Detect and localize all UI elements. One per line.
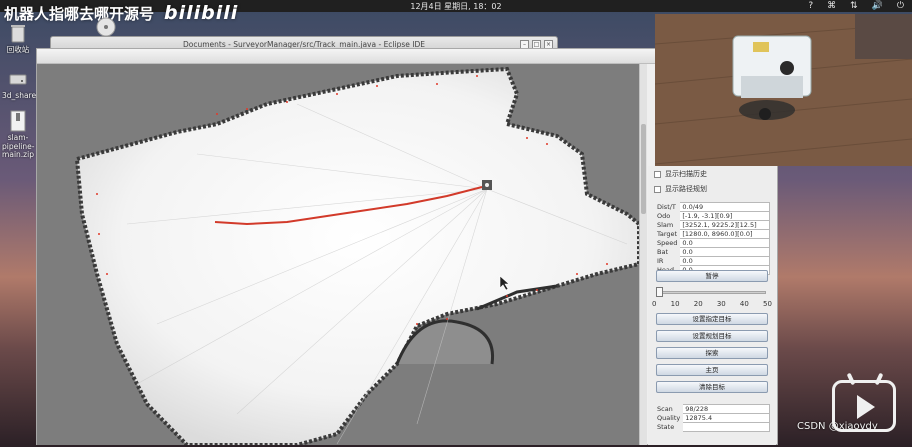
table-row: Speed 0.0	[653, 238, 770, 248]
table-row: Target [1280.0, 8960.0][0.0]	[653, 229, 770, 239]
control-panel: 显示扫描历史 显示路径规划 Dist/T 0.0/49 Odo [-1.9, -3.…	[648, 166, 776, 445]
table-row: Odo [-1.9, -3.1][0.9]	[653, 211, 770, 221]
bilibili-logo: bilibili	[164, 2, 239, 24]
camera-feed	[655, 14, 912, 166]
desktop-icon-label: slam-pipeline-main.zip	[2, 133, 35, 160]
slider-ticks: 0 10 20 30 40 50	[652, 300, 772, 308]
checkbox-path-planning[interactable]: 显示路径规划	[654, 184, 707, 194]
drive-icon	[9, 74, 27, 85]
robot-marker	[482, 180, 492, 190]
desktop-icon-zip[interactable]: slam-pipeline-main.zip	[2, 110, 34, 160]
scan-info-table: Scan 98/228 Quality 12875.4 State	[653, 404, 770, 432]
slider-handle[interactable]	[656, 287, 663, 297]
trash-icon	[11, 25, 25, 43]
table-row: Quality 12875.4	[653, 413, 770, 423]
free-space-region	[74, 66, 639, 445]
disc-icon	[96, 17, 116, 37]
checkbox-scan-history[interactable]: 显示扫描历史	[654, 169, 707, 179]
speed-slider[interactable]	[656, 286, 766, 300]
camera-feed-image	[655, 14, 912, 166]
set-plan-target-button[interactable]: 设置规划目标	[656, 330, 768, 342]
desktop-icon-label: 回收站	[6, 45, 30, 54]
video-watermark: 机器人指哪去哪开源号 bilibili	[4, 2, 238, 24]
set-target-button[interactable]: 设置指定目标	[656, 313, 768, 325]
desktop-icon-drive[interactable]: 3d_share	[2, 68, 37, 101]
slider-track[interactable]	[656, 291, 766, 294]
status-table: Dist/T 0.0/49 Odo [-1.9, -3.1][0.9] Slam [3…	[653, 202, 770, 275]
power-icon[interactable]: ⏻	[897, 0, 904, 12]
table-row: Slam [3252.1, 9225.2][12.5]	[653, 220, 770, 230]
checkbox-label: 显示路径规划	[665, 185, 707, 193]
pause-button[interactable]: 暂停	[656, 270, 768, 282]
tv-ear	[846, 372, 856, 386]
zip-file-icon	[10, 110, 26, 132]
clear-target-button[interactable]: 清除目标	[656, 381, 768, 393]
slam-map	[74, 66, 639, 445]
help-icon[interactable]: ?	[808, 0, 813, 12]
table-row: State	[653, 422, 770, 432]
command-icon[interactable]: ⌘	[827, 0, 836, 12]
table-row: Dist/T 0.0/49	[653, 202, 770, 212]
table-row: Scan 98/228	[653, 404, 770, 414]
watermark-text: 机器人指哪去哪开源号	[4, 4, 155, 23]
checkbox-label: 显示扫描历史	[665, 170, 707, 178]
checkbox-box[interactable]	[654, 185, 661, 193]
volume-icon[interactable]: 🔊	[872, 0, 883, 12]
home-button[interactable]: 主页	[656, 364, 768, 376]
desktop-icon-trash[interactable]: 回收站	[2, 22, 34, 55]
map-vertical-scrollbar[interactable]	[639, 64, 647, 445]
table-row: IR 0.0	[653, 256, 770, 266]
network-icon[interactable]: ⇅	[850, 0, 858, 12]
checkbox-box[interactable]	[654, 170, 661, 178]
explore-button[interactable]: 探索	[656, 347, 768, 359]
table-row: Bat 0.0	[653, 247, 770, 257]
bilibili-tv-icon	[832, 372, 896, 432]
desktop-icon-label: 3d_share	[2, 91, 37, 100]
system-tray: ? ⌘ ⇅ 🔊 ⏻	[808, 0, 904, 12]
scrollbar-thumb[interactable]	[641, 124, 646, 214]
tv-ear	[874, 372, 884, 386]
slam-map-canvas[interactable]	[37, 64, 639, 445]
